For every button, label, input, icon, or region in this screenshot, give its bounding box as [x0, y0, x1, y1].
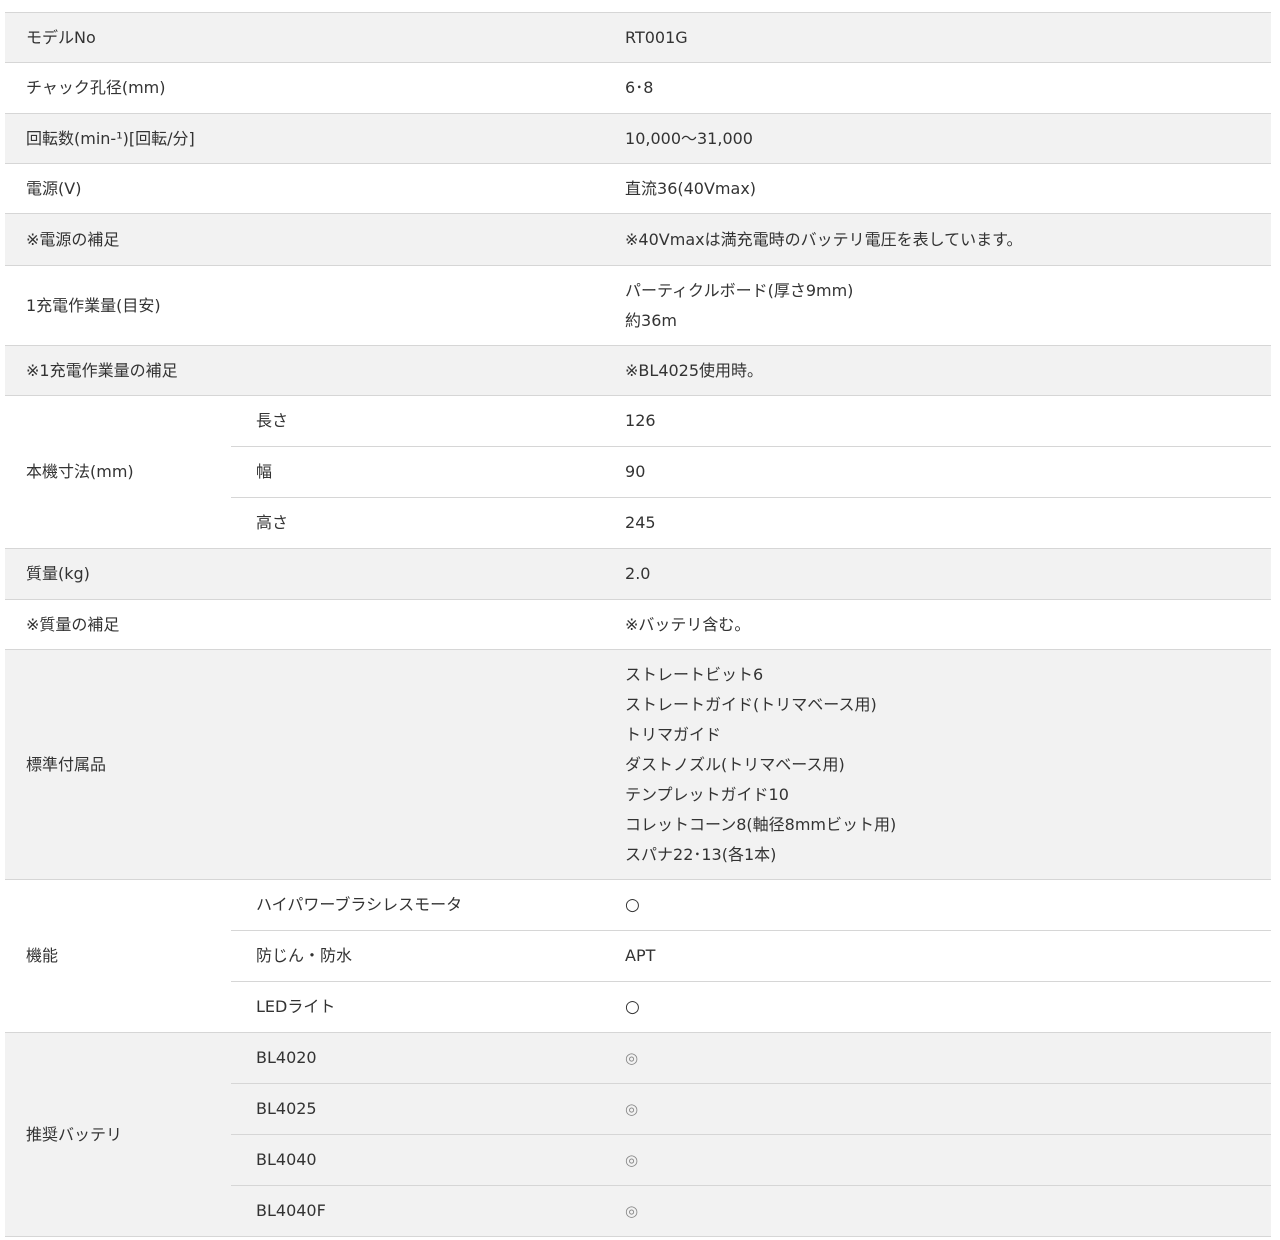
spec-label: 標準付属品	[5, 649, 606, 880]
spec-row-mass: 質量(kg) 2.0	[5, 548, 1271, 600]
spec-value: ※40Vmaxは満充電時のバッテリ電圧を表しています。	[605, 213, 1271, 266]
spec-row-rpm: 回転数(min-¹)[回転/分] 10,000～31,000	[5, 113, 1271, 164]
spec-value: ○	[605, 981, 1271, 1033]
spec-sub-label: 高さ	[231, 497, 606, 549]
spec-label: 質量(kg)	[5, 548, 606, 600]
spec-value: ◎	[605, 1032, 1271, 1084]
spec-row-dimensions: 本機寸法(mm) 長さ 126	[5, 395, 1271, 549]
spec-row-batteries: 推奨バッテリ BL4020 ◎	[5, 1032, 1271, 1237]
spec-row-mass-note: ※質量の補足 ※バッテリ含む。	[5, 599, 1271, 650]
spec-row-power: 電源(V) 直流36(40Vmax)	[5, 163, 1271, 214]
spec-sub-label: BL4020	[231, 1032, 606, 1084]
double-circle-mark: ◎	[625, 1100, 639, 1118]
spec-value: 126	[605, 395, 1271, 447]
spec-row-accessories: 標準付属品 ストレートビット6 ストレートガイド(トリマベース用) トリマガイド…	[5, 649, 1271, 880]
spec-sub-label: ハイパワーブラシレスモータ	[231, 879, 606, 931]
spec-label: 1充電作業量(目安)	[5, 265, 606, 346]
spec-label: 電源(V)	[5, 163, 606, 214]
circle-mark: ○	[625, 997, 640, 1017]
spec-sub-label: BL4040F	[231, 1185, 606, 1237]
double-circle-mark: ◎	[625, 1151, 639, 1169]
spec-label: 機能	[5, 879, 231, 1033]
spec-row-features: 機能 ハイパワーブラシレスモータ ○	[5, 879, 1271, 1033]
spec-sub-label: 防じん・防水	[231, 930, 606, 982]
spec-label: ※質量の補足	[5, 599, 606, 650]
spec-value: 6･8	[605, 62, 1271, 114]
spec-label: チャック孔径(mm)	[5, 62, 606, 114]
spec-label: ※電源の補足	[5, 213, 606, 266]
spec-value: 2.0	[605, 548, 1271, 600]
spec-value: ※バッテリ含む。	[605, 599, 1271, 650]
spec-row-model: モデルNo RT001G	[5, 12, 1271, 63]
spec-sub-label: 幅	[231, 446, 606, 498]
spec-line: コレットコーン8(軸径8mmビット用)	[625, 814, 897, 834]
double-circle-mark: ◎	[625, 1202, 639, 1220]
spec-label: ※1充電作業量の補足	[5, 345, 606, 396]
spec-line: トリマガイド	[625, 724, 722, 744]
spec-sub-label: 長さ	[231, 395, 606, 447]
spec-value: APT	[605, 930, 1271, 982]
spec-value-lines: パーティクルボード(厚さ9mm) 約36m	[605, 265, 1271, 346]
spec-line: ダストノズル(トリマベース用)	[625, 754, 845, 774]
spec-row-chuck: チャック孔径(mm) 6･8	[5, 62, 1271, 114]
spec-value: RT001G	[605, 12, 1271, 63]
spec-value: 245	[605, 497, 1271, 549]
spec-sub-label: BL4025	[231, 1083, 606, 1135]
spec-value: ○	[605, 879, 1271, 931]
spec-row-work-note: ※1充電作業量の補足 ※BL4025使用時。	[5, 345, 1271, 396]
spec-line: ストレートガイド(トリマベース用)	[625, 694, 877, 714]
spec-value: 直流36(40Vmax)	[605, 163, 1271, 214]
spec-line: パーティクルボード(厚さ9mm)	[625, 280, 854, 300]
spec-label: 推奨バッテリ	[5, 1032, 231, 1237]
spec-value: 90	[605, 446, 1271, 498]
spec-line: 約36m	[625, 310, 677, 330]
spec-value-lines: ストレートビット6 ストレートガイド(トリマベース用) トリマガイド ダストノズ…	[605, 649, 1271, 880]
spec-label: モデルNo	[5, 12, 606, 63]
spec-label: 回転数(min-¹)[回転/分]	[5, 113, 606, 164]
double-circle-mark: ◎	[625, 1049, 639, 1067]
spec-value: ※BL4025使用時。	[605, 345, 1271, 396]
spec-row-work-amount: 1充電作業量(目安) パーティクルボード(厚さ9mm) 約36m	[5, 265, 1271, 346]
spec-value: ◎	[605, 1083, 1271, 1135]
spec-row-power-note: ※電源の補足 ※40Vmaxは満充電時のバッテリ電圧を表しています。	[5, 213, 1271, 266]
spec-line: ストレートビット6	[625, 664, 764, 684]
spec-value: ◎	[605, 1185, 1271, 1237]
spec-line: テンプレットガイド10	[625, 784, 789, 804]
spec-value: ◎	[605, 1134, 1271, 1186]
spec-sub-label: BL4040	[231, 1134, 606, 1186]
spec-line: スパナ22･13(各1本)	[625, 844, 777, 864]
circle-mark: ○	[625, 895, 640, 915]
spec-sub-label: LEDライト	[231, 981, 606, 1033]
spec-label: 本機寸法(mm)	[5, 395, 231, 549]
spec-value: 10,000～31,000	[605, 113, 1271, 164]
spec-table: モデルNo RT001G チャック孔径(mm) 6･8 回転数(min-¹)[回…	[5, 12, 1271, 1237]
